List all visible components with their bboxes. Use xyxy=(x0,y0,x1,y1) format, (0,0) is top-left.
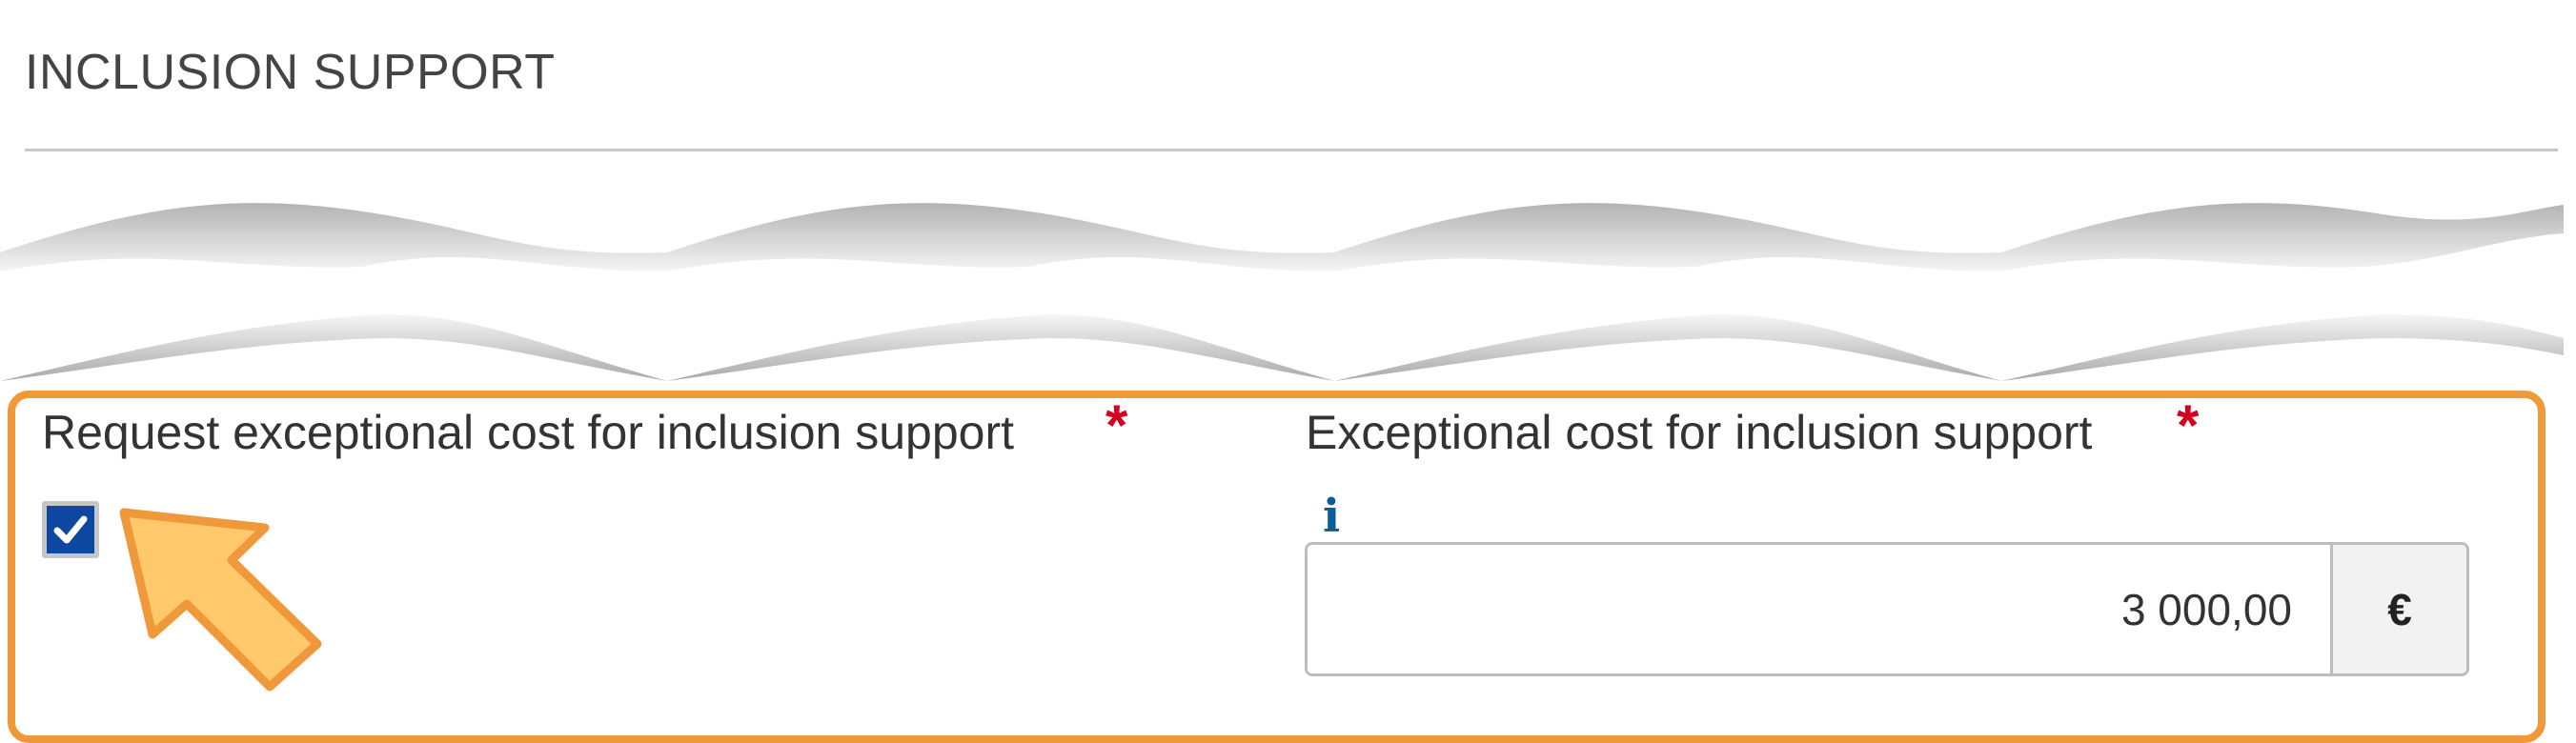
exceptional-cost-input[interactable] xyxy=(1308,545,2330,673)
checkmark-icon xyxy=(53,515,88,544)
info-icon[interactable]: i xyxy=(1323,490,1340,543)
exceptional-cost-field: € xyxy=(1305,542,2469,676)
pointer-arrow-icon xyxy=(119,508,322,692)
required-asterisk: * xyxy=(1105,393,1128,457)
section-divider xyxy=(25,149,2558,151)
exceptional-cost-label: Exceptional cost for inclusion support xyxy=(1306,406,2093,459)
currency-addon: € xyxy=(2330,545,2466,673)
request-cost-label: Request exceptional cost for inclusion s… xyxy=(42,406,1015,459)
section-title: INCLUSION SUPPORT xyxy=(25,45,556,100)
request-cost-checkbox[interactable] xyxy=(42,501,99,558)
required-asterisk: * xyxy=(2177,393,2200,457)
torn-page-separator xyxy=(0,203,2564,381)
